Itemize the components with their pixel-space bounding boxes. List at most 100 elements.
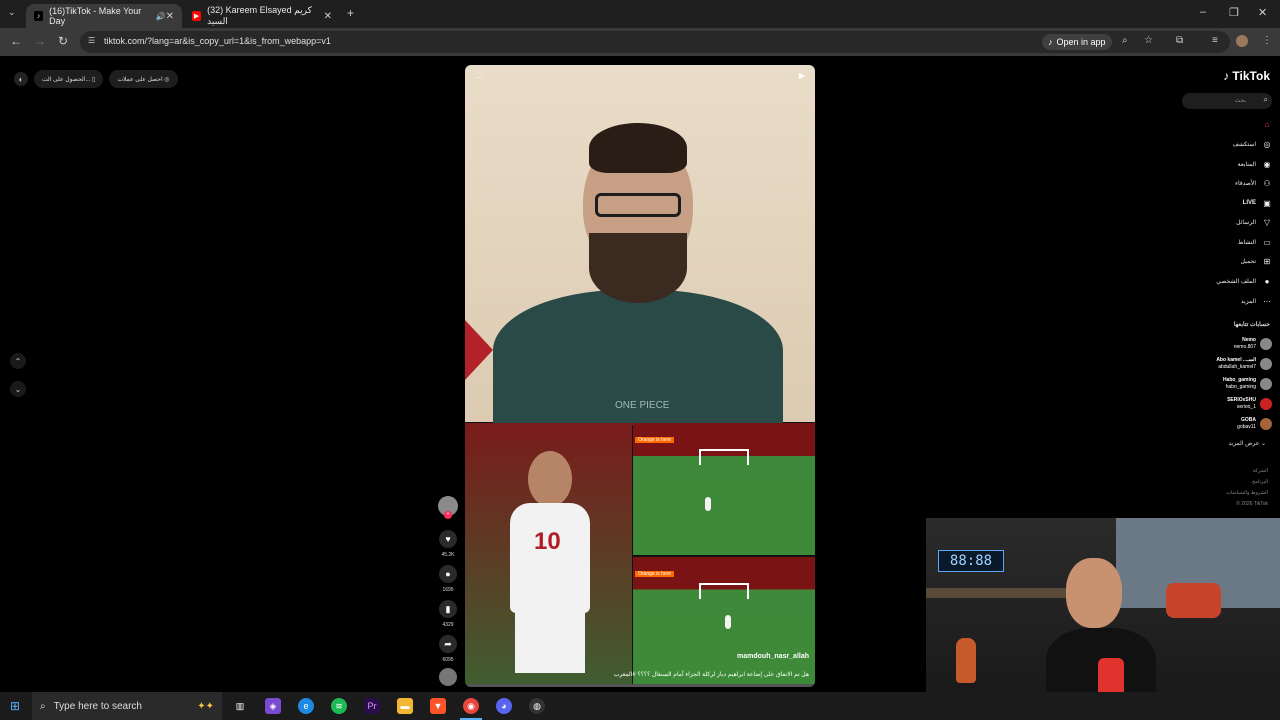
account-handle: nemo.807: [1233, 344, 1256, 350]
sidebar-item-label: استكشف: [1232, 141, 1256, 148]
video-player[interactable]: ONE PIECE ⋯ ▶ 10 Orange is here Orange i…: [465, 65, 815, 687]
forward-icon[interactable]: →: [34, 34, 46, 48]
account-name: GOBA: [1241, 417, 1256, 423]
see-more-link[interactable]: عرض المزيد ⌄: [1228, 440, 1266, 447]
follow-plus-icon[interactable]: +: [444, 511, 452, 519]
video-progress-bar[interactable]: [465, 684, 815, 687]
premiere-icon[interactable]: Pr: [364, 698, 380, 714]
glasses-shape: [595, 193, 681, 217]
comment-action[interactable]: ● 1695: [436, 565, 460, 593]
tiktok-logo[interactable]: ♪ TikTok: [1223, 69, 1270, 83]
sidebar-item-messages[interactable]: الرسائل ▽: [1236, 217, 1272, 227]
video-options-icon[interactable]: ⋯: [475, 73, 483, 82]
goal-frame: [699, 583, 749, 599]
extensions-icon[interactable]: ⧉: [1176, 35, 1183, 46]
get-coins-button[interactable]: احصل على عملات ◎: [109, 70, 178, 88]
followed-account[interactable]: GOBA gobav11: [1237, 417, 1272, 431]
footer-link[interactable]: الشركة: [1226, 466, 1268, 477]
restore-icon[interactable]: ❐: [1229, 6, 1239, 19]
followed-account[interactable]: Habo_gaming habo_gaming: [1223, 377, 1272, 391]
tab-list-icon[interactable]: ⌄: [8, 7, 16, 18]
music-disc-icon[interactable]: [439, 668, 457, 686]
sidebar-item-following[interactable]: المتابعة ◉: [1238, 159, 1272, 169]
discord-icon[interactable]: ◕: [496, 698, 512, 714]
tab-tiktok[interactable]: ♪ (16)TikTok - Make Your Day 🔊 ✕: [26, 4, 182, 28]
comment-icon[interactable]: ●: [439, 565, 457, 583]
sidebar-item-activity[interactable]: النشاط ▭: [1238, 237, 1272, 247]
sidebar-footer: الشركة البرنامج الشروط والسياسات © 2026 …: [1226, 466, 1268, 510]
live-icon: ▣: [1263, 198, 1271, 208]
followed-account[interactable]: SERIOxSHU serioo_1: [1227, 397, 1272, 411]
close-tab-icon[interactable]: ✕: [324, 11, 332, 22]
windows-start-icon[interactable]: ⊞: [10, 699, 20, 713]
more-icon: ⋯: [1263, 296, 1271, 306]
obs-icon[interactable]: ◍: [529, 698, 545, 714]
open-in-app-button[interactable]: ♪ Open in app: [1042, 34, 1112, 50]
copilot-sparkle-icon: ✦✦: [197, 700, 214, 712]
next-video-button[interactable]: ⌄: [10, 381, 26, 397]
save-action[interactable]: ▮ 4329: [436, 600, 460, 628]
back-icon[interactable]: ←: [10, 34, 22, 48]
audio-playing-icon[interactable]: 🔊: [156, 12, 166, 21]
search-input[interactable]: بحث ⌕: [1182, 93, 1272, 109]
get-app-button[interactable]: الحصول على الت... ▯: [34, 70, 104, 88]
stadium-banner: Orange is here: [635, 437, 675, 443]
zoom-icon[interactable]: ⌕: [1122, 35, 1128, 46]
penalty-clip-top: Orange is here: [633, 423, 815, 555]
media-control-icon[interactable]: ≡: [1212, 35, 1218, 46]
video-username[interactable]: mamdouh_nasr_allah: [737, 653, 809, 660]
stadium-banner: Orange is here: [635, 571, 675, 577]
sidebar-item-friends[interactable]: الأصدقاء ⚇: [1235, 178, 1272, 188]
new-tab-icon[interactable]: +: [347, 6, 354, 20]
menu-kebab-icon[interactable]: ⋮: [1262, 35, 1272, 46]
copilot-icon[interactable]: ◈: [265, 698, 281, 714]
sidebar-item-live[interactable]: LIVE ▣: [1243, 198, 1272, 208]
chrome-icon[interactable]: ◉: [463, 698, 479, 714]
home-icon: ⌂: [1264, 119, 1270, 129]
youtube-favicon-icon: ▶: [192, 11, 202, 21]
site-info-icon[interactable]: ☰: [88, 36, 95, 45]
hair-shape: [589, 123, 687, 173]
mute-icon[interactable]: ▶: [799, 71, 805, 80]
share-action[interactable]: ➦ 6095: [436, 635, 460, 663]
close-window-icon[interactable]: ✕: [1258, 6, 1267, 19]
sidebar-item-more[interactable]: المزيد ⋯: [1241, 296, 1272, 306]
close-tab-icon[interactable]: ✕: [166, 11, 174, 22]
minimize-icon[interactable]: –: [1200, 6, 1206, 18]
bookmark-icon[interactable]: ▮: [439, 600, 457, 618]
bookmark-star-icon[interactable]: ☆: [1144, 35, 1153, 46]
share-icon[interactable]: ➦: [439, 635, 457, 653]
profile-avatar[interactable]: [1236, 35, 1248, 47]
sidebar-item-upload[interactable]: تحميل ⊞: [1241, 256, 1272, 266]
previous-video-button[interactable]: ⌃: [10, 353, 26, 369]
sound-disc[interactable]: [436, 668, 460, 686]
address-bar[interactable]: ☰ tiktok.com/?lang=ar&is_copy_url=1&is_f…: [80, 31, 1230, 53]
edge-icon[interactable]: e: [298, 698, 314, 714]
tab-youtube[interactable]: ▶ (32) Kareem Elsayed كريم السيد ✕: [184, 4, 340, 28]
taskbar-search-input[interactable]: ⌕ Type here to search ✦✦: [32, 692, 222, 720]
sidebar-item-profile[interactable]: الملف الشخصي ●: [1216, 276, 1272, 286]
beard-shape: [589, 233, 687, 303]
task-view-icon[interactable]: ▥: [232, 698, 248, 714]
avatar: [1260, 358, 1272, 370]
open-in-app-label: Open in app: [1056, 37, 1106, 47]
file-explorer-icon[interactable]: ▬: [397, 698, 413, 714]
brave-icon[interactable]: ▼: [430, 698, 446, 714]
webcam-overlay: 88:88: [926, 518, 1280, 692]
sidebar-item-explore[interactable]: استكشف ◎: [1233, 139, 1272, 149]
following-icon: ◉: [1263, 159, 1271, 169]
spotify-icon[interactable]: ≋: [331, 698, 347, 714]
search-placeholder: بحث: [1234, 98, 1246, 104]
account-name: Abo kamel ...السـ: [1216, 357, 1256, 363]
footer-link[interactable]: البرنامج: [1226, 477, 1268, 488]
reload-icon[interactable]: ↻: [58, 34, 68, 48]
sidebar-item-home[interactable]: ⌂: [1256, 119, 1272, 129]
followed-account[interactable]: Abo kamel ...السـ abdullah_kamel7: [1216, 357, 1272, 371]
footer-link[interactable]: الشروط والسياسات: [1226, 488, 1268, 499]
avatar-icon[interactable]: ◐: [14, 72, 28, 86]
followed-account[interactable]: Nemo nemo.807: [1234, 337, 1272, 351]
avatar: [1260, 418, 1272, 430]
heart-icon[interactable]: ♥: [439, 530, 457, 548]
search-icon[interactable]: ⌕: [1264, 95, 1268, 105]
like-action[interactable]: ♥ 45.2K: [436, 530, 460, 558]
